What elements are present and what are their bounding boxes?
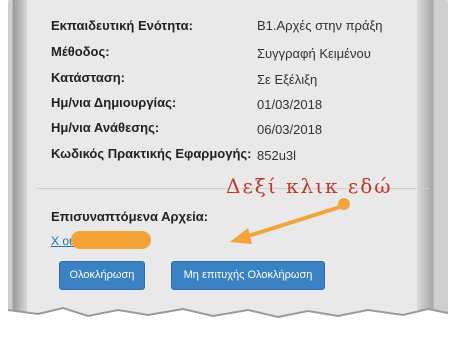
label-practice-code: Κωδικός Πρακτικής Εφαρμογής: (51, 146, 252, 161)
value-method: Συγγραφή Κειμένου (257, 46, 371, 61)
complete-button[interactable]: Ολοκλήρωση (59, 261, 145, 290)
torn-bottom-edge (8, 306, 448, 341)
redaction-blob (71, 231, 151, 249)
label-method: Μέθοδος: (51, 44, 110, 59)
label-assigned-date: Ημ/νια Ανάθεσης: (51, 120, 160, 135)
failed-complete-button[interactable]: Μη επιτυχής Ολοκλήρωση (171, 261, 325, 290)
attachments-label: Επισυναπτόμενα Αρχεία: (51, 209, 209, 224)
annotation-arrow-icon (230, 198, 350, 244)
value-unit: Β1.Αρχές στην πράξη (257, 18, 383, 33)
value-created-date: 01/03/2018 (257, 97, 323, 112)
torn-edge-left (13, 0, 27, 316)
task-details-card: Εκπαιδευτική Ενότητα: Β1.Αρχές στην πράξ… (12, 0, 434, 317)
annotation-text: Δεξί κλικ εδώ (226, 174, 393, 198)
torn-edge-right (417, 0, 433, 316)
label-created-date: Ημ/νια Δημιουργίας: (51, 95, 177, 110)
value-assigned-date: 06/03/2018 (257, 122, 323, 137)
value-status: Σε Εξέλιξη (257, 72, 318, 87)
value-practice-code: 852u3l (257, 148, 297, 163)
label-status: Κατάσταση: (51, 70, 126, 85)
label-unit: Εκπαιδευτική Ενότητα: (51, 18, 193, 33)
